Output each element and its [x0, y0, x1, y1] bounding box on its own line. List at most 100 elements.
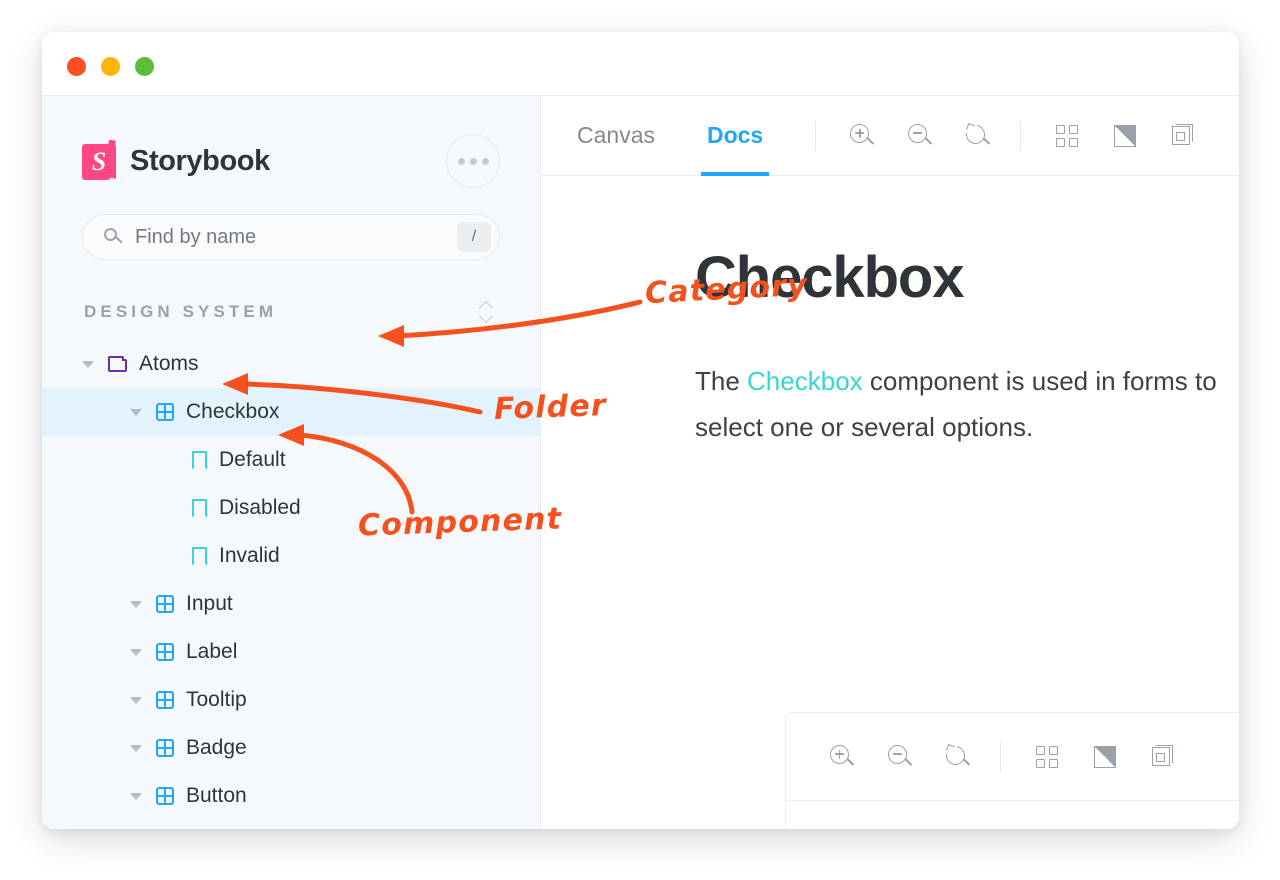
contrast-icon	[1114, 124, 1137, 147]
tree-item-label: Default	[219, 448, 286, 471]
contrast-icon	[1094, 745, 1116, 768]
preview-layers-button[interactable]	[1141, 735, 1185, 779]
tree-item-default[interactable]: Default	[42, 436, 540, 484]
zoom-reset-icon	[962, 120, 991, 148]
paragraph-text-before: The	[695, 366, 748, 396]
window-titlebar	[42, 32, 1239, 96]
grid-icon	[1056, 124, 1079, 147]
component-icon	[156, 739, 174, 757]
minimize-window-button[interactable]	[101, 57, 120, 76]
dot-icon	[457, 157, 465, 165]
layers-icon	[1151, 745, 1175, 768]
tree-item-atoms[interactable]: Atoms	[42, 340, 540, 388]
tree-item-label: Label	[186, 640, 238, 663]
tab-docs[interactable]: Docs	[700, 96, 770, 176]
tree-item-label: Button	[186, 784, 247, 807]
zoom-in-button[interactable]	[840, 114, 884, 158]
sidebar-header: S Storybook	[42, 96, 540, 192]
chevron-down-icon[interactable]	[130, 408, 142, 416]
component-icon	[156, 787, 174, 805]
preview-contrast-button[interactable]	[1083, 735, 1127, 779]
main-toolbar: Canvas Docs	[541, 96, 1239, 176]
window-body: S Storybook /	[42, 96, 1239, 829]
tree-item-input[interactable]: Input	[42, 580, 540, 628]
search-box[interactable]: /	[82, 214, 500, 260]
component-icon	[156, 595, 174, 613]
tree-item-label: Tooltip	[186, 688, 247, 711]
grid-button[interactable]	[1045, 114, 1089, 158]
tree-item-checkbox[interactable]: Checkbox	[42, 388, 540, 436]
checkbox-link[interactable]: Checkbox	[747, 366, 863, 396]
toolbar-divider	[1000, 741, 1001, 772]
preview-zoom-in-button[interactable]	[820, 735, 864, 779]
section-header: DESIGN SYSTEM	[42, 260, 540, 322]
chevron-down-icon[interactable]	[130, 792, 142, 800]
layers-button[interactable]	[1161, 114, 1205, 158]
main-panel: Canvas Docs Checkbox The Checkbox compon…	[541, 96, 1239, 829]
story-bookmark-icon	[192, 546, 207, 566]
storybook-logo-icon: S	[82, 139, 116, 180]
chevron-down-icon[interactable]	[82, 360, 94, 368]
maximize-window-button[interactable]	[135, 57, 154, 76]
folder-icon	[108, 356, 127, 372]
zoom-out-button[interactable]	[898, 114, 942, 158]
traffic-lights	[67, 57, 154, 76]
contrast-button[interactable]	[1103, 114, 1147, 158]
preview-toolbar	[786, 713, 1239, 801]
story-bookmark-icon	[192, 450, 207, 470]
tree-item-tooltip[interactable]: Tooltip	[42, 676, 540, 724]
zoom-out-icon	[888, 744, 913, 769]
zoom-reset-button[interactable]	[956, 114, 1000, 158]
component-tree: Atoms Checkbox Default Disabled Invalid Input…	[42, 340, 540, 820]
preview-zoom-reset-button[interactable]	[936, 735, 980, 779]
dot-icon	[481, 157, 489, 165]
search-input[interactable]	[123, 225, 457, 249]
chevron-down-icon[interactable]	[130, 696, 142, 704]
tree-item-label: Checkbox	[186, 400, 280, 423]
search-shortcut-key: /	[457, 222, 491, 252]
tree-item-label: Input	[186, 592, 233, 615]
tab-canvas[interactable]: Canvas	[571, 96, 661, 176]
tree-item-label: Atoms	[139, 352, 199, 375]
grid-icon	[1036, 745, 1058, 768]
chevron-down-icon[interactable]	[130, 600, 142, 608]
tree-item-badge[interactable]: Badge	[42, 724, 540, 772]
search-container: /	[42, 192, 540, 260]
doc-paragraph: The Checkbox component is used in forms …	[695, 359, 1239, 450]
zoom-in-icon	[850, 123, 875, 148]
zoom-out-icon	[908, 123, 933, 148]
storybook-window: S Storybook /	[42, 32, 1239, 829]
component-icon	[156, 643, 174, 661]
sort-chevrons-icon[interactable]	[478, 302, 494, 322]
search-icon	[103, 227, 123, 247]
page-title: Checkbox	[695, 245, 965, 310]
chevron-down-icon[interactable]	[130, 648, 142, 656]
component-icon	[156, 691, 174, 709]
tree-item-label: Disabled	[219, 496, 301, 519]
chevron-down-icon[interactable]	[130, 744, 142, 752]
screenshot-root: S Storybook /	[0, 0, 1280, 880]
close-window-button[interactable]	[67, 57, 86, 76]
dot-icon	[469, 157, 477, 165]
tree-item-invalid[interactable]: Invalid	[42, 532, 540, 580]
toolbar-divider	[815, 120, 817, 151]
zoom-in-icon	[830, 744, 855, 769]
tree-item-label[interactable]: Label	[42, 628, 540, 676]
story-preview-panel	[785, 712, 1239, 829]
tree-item-disabled[interactable]: Disabled	[42, 484, 540, 532]
docs-content: Checkbox The Checkbox component is used …	[541, 176, 1239, 450]
preview-grid-button[interactable]	[1025, 735, 1069, 779]
zoom-reset-icon	[942, 741, 971, 769]
tree-item-button[interactable]: Button	[42, 772, 540, 820]
component-icon	[156, 403, 174, 421]
preview-zoom-out-button[interactable]	[878, 735, 922, 779]
toolbar-divider	[1020, 120, 1022, 151]
tree-item-label: Badge	[186, 736, 247, 759]
story-bookmark-icon	[192, 498, 207, 518]
sidebar: S Storybook /	[42, 96, 541, 829]
section-title: DESIGN SYSTEM	[84, 302, 278, 321]
brand-title: Storybook	[130, 144, 270, 177]
tree-item-label: Invalid	[219, 544, 280, 567]
sidebar-more-menu-button[interactable]	[446, 134, 500, 188]
layers-icon	[1171, 124, 1195, 147]
